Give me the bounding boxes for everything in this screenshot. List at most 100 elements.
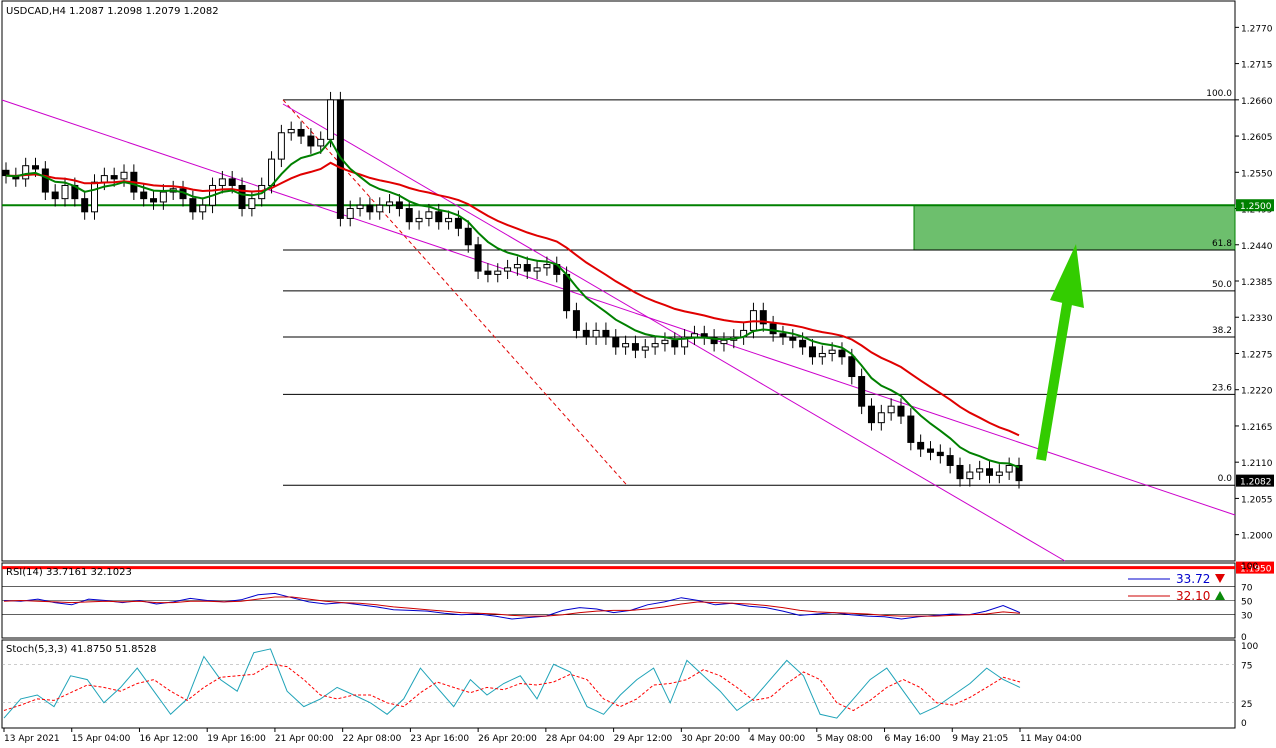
bullish-candle	[376, 204, 384, 213]
bearish-candle	[366, 204, 374, 213]
bearish-candle	[936, 451, 944, 457]
bearish-candle	[789, 336, 797, 341]
bullish-candle	[828, 349, 836, 354]
price-tick-label: 1.2550	[1241, 169, 1273, 179]
bullish-candle	[61, 184, 69, 200]
time-tick-label: 21 Apr 00:00	[275, 734, 334, 744]
bearish-candle	[228, 178, 236, 186]
time-tick-label: 9 May 21:05	[952, 734, 1008, 744]
bearish-candle	[769, 323, 777, 335]
bearish-candle	[926, 448, 934, 453]
fib-level-label: 0.0	[1218, 474, 1233, 484]
time-tick-label: 23 Apr 16:00	[410, 734, 469, 744]
time-tick-label: 29 Apr 12:00	[614, 734, 673, 744]
stoch-tick-label: 100	[1241, 642, 1258, 652]
rsi-legend-value-signal: 32.10	[1176, 589, 1210, 603]
bullish-candle	[268, 158, 276, 186]
rsi-tick-label: 100	[1241, 562, 1258, 572]
bearish-candle	[484, 270, 492, 275]
bearish-candle	[563, 273, 571, 312]
bearish-candle	[110, 175, 118, 180]
bullish-candle	[445, 217, 453, 223]
bearish-candle	[572, 310, 580, 331]
time-tick-label: 26 Apr 20:00	[478, 734, 537, 744]
rsi-tick-label: 70	[1241, 583, 1253, 593]
rsi-tick-label: 50	[1241, 598, 1253, 608]
time-tick-label: 6 May 16:00	[885, 734, 941, 744]
bullish-candle	[533, 267, 541, 272]
bullish-candle	[720, 339, 728, 345]
bullish-candle	[966, 471, 974, 480]
bullish-candle	[592, 329, 600, 338]
bearish-candle	[474, 244, 482, 272]
main-panel[interactable]	[1, 0, 1236, 562]
bearish-candle	[917, 441, 925, 450]
bearish-candle	[51, 191, 59, 200]
bearish-candle	[946, 455, 954, 466]
bullish-candle	[356, 204, 364, 210]
price-tick-label: 1.2275	[1241, 350, 1273, 360]
fib-level-label: 38.2	[1212, 326, 1232, 336]
trading-chart[interactable]: 100.0 61.8 50.0 38.2 23.6 0.0 1.2770 1.2715 1.2…	[0, 0, 1276, 748]
bearish-candle	[32, 165, 40, 170]
fib-level-label: 23.6	[1212, 383, 1232, 393]
rsi-tick-label: 30	[1241, 612, 1253, 622]
time-tick-label: 11 May 04:00	[1020, 734, 1082, 744]
bearish-candle	[454, 217, 462, 229]
time-tick-label: 19 Apr 16:00	[207, 734, 266, 744]
bearish-candle	[1015, 464, 1023, 482]
price-tick-label: 1.2055	[1241, 495, 1273, 505]
bullish-candle	[976, 468, 984, 473]
bullish-candle	[386, 201, 394, 206]
bearish-candle	[582, 329, 590, 338]
bullish-candle	[248, 198, 256, 210]
bearish-candle	[867, 405, 875, 424]
bearish-candle	[897, 405, 905, 417]
bullish-candle	[91, 181, 99, 213]
bullish-candle	[415, 217, 423, 223]
bullish-candle	[690, 333, 698, 338]
bearish-candle	[238, 184, 246, 210]
price-tick-label: 1.2165	[1241, 423, 1273, 433]
bullish-candle	[622, 343, 630, 348]
bullish-candle	[22, 165, 30, 180]
fib-level-label: 61.8	[1212, 239, 1232, 249]
bullish-candle	[287, 128, 295, 134]
stoch-tick-label: 0	[1241, 719, 1247, 729]
price-tick-label: 1.2110	[1241, 459, 1273, 469]
bearish-candle	[523, 264, 531, 272]
bearish-candle	[405, 208, 413, 223]
time-tick-label: 28 Apr 04:00	[546, 734, 605, 744]
bullish-candle	[120, 171, 128, 180]
price-tick-label: 1.2660	[1241, 97, 1273, 107]
symbol-header: USDCAD,H4 1.2087 1.2098 1.2079 1.2082	[6, 6, 219, 17]
bearish-candle	[612, 336, 620, 348]
rsi-legend-value-main: 33.72	[1176, 572, 1210, 586]
bearish-candle	[189, 198, 197, 213]
bearish-candle	[395, 201, 403, 210]
bearish-candle	[602, 329, 610, 338]
bearish-candle	[41, 168, 49, 193]
bearish-candle	[848, 356, 856, 378]
bearish-candle	[907, 415, 915, 443]
price-tick-label: 1.2715	[1241, 61, 1273, 71]
bearish-candle	[838, 349, 846, 358]
price-tick-label: 1.2000	[1241, 532, 1273, 542]
bearish-candle	[779, 333, 787, 338]
bullish-candle	[995, 471, 1003, 476]
price-tick-label: 1.2330	[1241, 314, 1273, 324]
bullish-candle	[543, 264, 551, 269]
bearish-candle	[307, 135, 315, 147]
bullish-candle	[818, 352, 826, 358]
bearish-candle	[297, 128, 305, 137]
stoch-tick-label: 75	[1241, 661, 1252, 671]
stoch-title: Stoch(5,3,3) 41.8750 51.8528	[6, 644, 157, 655]
bearish-candle	[150, 198, 158, 203]
bullish-candle	[641, 346, 649, 351]
stoch-panel[interactable]	[1, 639, 1236, 729]
fib-level-label: 50.0	[1212, 280, 1232, 290]
price-tick-label: 1.2385	[1241, 278, 1273, 288]
bearish-candle	[956, 464, 964, 480]
bullish-candle	[346, 208, 354, 219]
bullish-candle	[877, 412, 885, 424]
